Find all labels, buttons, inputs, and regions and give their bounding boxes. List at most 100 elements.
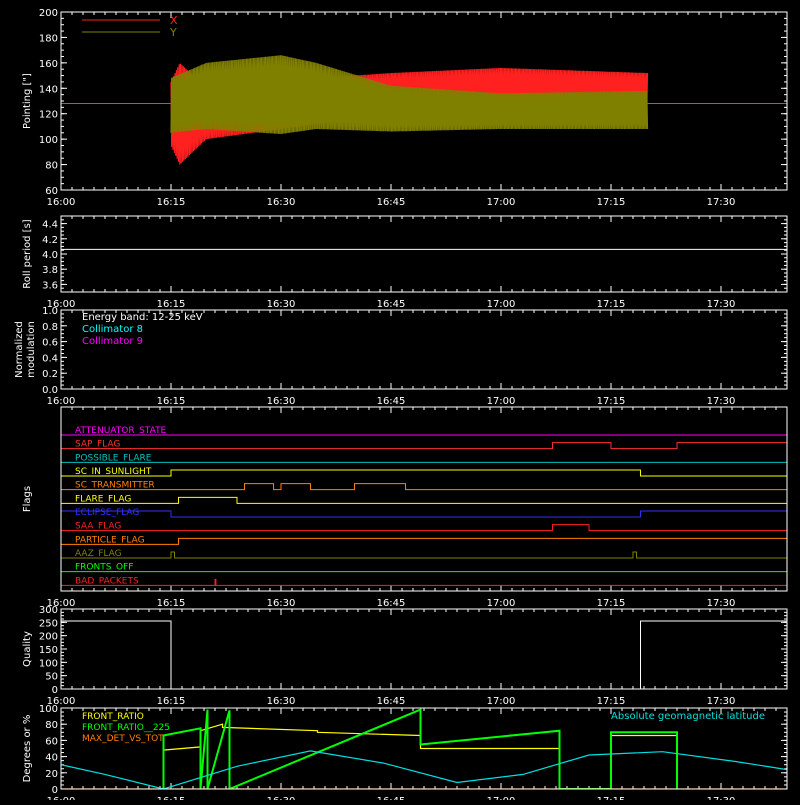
flag-label: SAA_FLAG bbox=[75, 522, 121, 532]
x-tick-label: 17:30 bbox=[707, 299, 736, 310]
y-tick-label: 0.8 bbox=[42, 322, 58, 333]
x-tick-label: 16:15 bbox=[157, 197, 186, 208]
x-tick-label: 16:00 bbox=[47, 796, 76, 800]
x-tick-label: 16:15 bbox=[157, 299, 186, 310]
y-axis-label: Pointing ["] bbox=[22, 73, 33, 129]
flag-label: ECLIPSE_FLAG bbox=[75, 508, 139, 518]
y-tick-label: 80 bbox=[45, 161, 58, 172]
flag-line bbox=[61, 537, 787, 545]
x-tick-label: 16:45 bbox=[377, 696, 406, 707]
y-tick-label: 0.4 bbox=[42, 353, 58, 364]
flag-label: SC_TRANSMITTER bbox=[75, 481, 155, 491]
y-tick-label: 150 bbox=[39, 645, 58, 656]
y-tick-label: 20 bbox=[45, 769, 58, 780]
series-line bbox=[162, 708, 678, 789]
x-tick-label: 17:30 bbox=[707, 197, 736, 208]
flag-label: SAP_FLAG bbox=[75, 440, 120, 450]
y-tick-label: 250 bbox=[39, 618, 58, 629]
y-tick-label: 60 bbox=[45, 736, 58, 747]
y-axis-label: Normalized bbox=[14, 321, 25, 378]
annotation: Collimator 9 bbox=[82, 336, 143, 347]
x-tick-label: 17:15 bbox=[597, 299, 626, 310]
y-axis-label: Degrees or % bbox=[22, 715, 33, 783]
legend-label-Y: Y bbox=[169, 26, 177, 39]
flag-line bbox=[61, 496, 787, 504]
x-tick-label: 16:15 bbox=[157, 696, 186, 707]
panel-3: 16:00 16:15 16:30 16:45 17:00 17:15 17:30Flags… bbox=[22, 406, 788, 609]
y-tick-label: 100 bbox=[39, 704, 58, 715]
y-tick-label: 100 bbox=[39, 135, 58, 146]
x-tick-label: 16:45 bbox=[377, 396, 406, 407]
x-tick-label: 17:15 bbox=[597, 796, 626, 800]
panel-4: 16:00 16:15 16:30 16:45 17:00 17:15 17:3005010… bbox=[22, 605, 788, 707]
y-tick-label: 4.4 bbox=[42, 220, 58, 231]
x-tick-label: 17:15 bbox=[597, 696, 626, 707]
chart-stage: 16:00 16:15 16:30 16:45 17:00 17:15 17:30 60 80 1… bbox=[0, 0, 800, 805]
x-tick-label: 16:30 bbox=[267, 696, 296, 707]
y-tick-label: 120 bbox=[39, 110, 58, 121]
plot-area bbox=[61, 434, 787, 586]
legend-label: MAX_DET_VS_TOT bbox=[82, 734, 164, 744]
x-tick-label: 17:30 bbox=[707, 598, 736, 609]
flag-label: POSSIBLE_FLARE bbox=[75, 453, 152, 463]
flag-line bbox=[61, 483, 787, 491]
flag-label: AAZ_FLAG bbox=[75, 549, 122, 559]
x-tick-label: 16:15 bbox=[157, 598, 186, 609]
x-tick-label: 16:15 bbox=[157, 396, 186, 407]
x-tick-label: 17:30 bbox=[707, 396, 736, 407]
y-tick-label: 3.8 bbox=[42, 265, 58, 276]
x-tick-label: 16:00 bbox=[47, 396, 76, 407]
y-tick-label: 0 bbox=[52, 785, 58, 796]
x-tick-label: 17:30 bbox=[707, 696, 736, 707]
legend-label: FRONT_RATIO bbox=[82, 712, 144, 722]
y-tick-label: 0.2 bbox=[42, 369, 58, 380]
flag-line bbox=[61, 510, 787, 518]
y-tick-label: 60 bbox=[45, 186, 58, 197]
legend: XY bbox=[82, 14, 178, 39]
x-tick-label: 16:15 bbox=[157, 796, 186, 800]
flag-line bbox=[61, 469, 787, 477]
y-axis-label: Roll period [s] bbox=[22, 219, 33, 288]
y-tick-label: 4.2 bbox=[42, 235, 58, 246]
flag-label: PARTICLE_FLAG bbox=[75, 535, 145, 545]
x-tick-label: 16:30 bbox=[267, 796, 296, 800]
y-tick-label: 4.0 bbox=[42, 250, 58, 261]
annotation: Collimator 8 bbox=[82, 324, 143, 335]
y-tick-label: 100 bbox=[39, 658, 58, 669]
x-tick-label: 17:15 bbox=[597, 396, 626, 407]
x-tick-label: 17:00 bbox=[487, 396, 516, 407]
panel-2: 16:00 16:15 16:30 16:45 17:00 17:15 17:30 0.0 0.… bbox=[14, 306, 788, 407]
x-tick-label: 17:00 bbox=[487, 299, 516, 310]
y-axis-label: modulation bbox=[26, 321, 37, 378]
y-tick-label: 200 bbox=[39, 8, 58, 19]
plot-area bbox=[61, 620, 787, 689]
plot-area bbox=[61, 55, 787, 165]
y-tick-label: 0 bbox=[52, 685, 58, 696]
flag-line bbox=[61, 551, 787, 559]
y-tick-label: 0.0 bbox=[42, 385, 58, 396]
y-tick-label: 200 bbox=[39, 632, 58, 643]
series-line bbox=[61, 750, 787, 789]
panel-5: 16:00 16:15 16:30 16:45 17:00 17:15 17:30 0 20 40… bbox=[22, 704, 788, 805]
x-tick-label: 16:00 bbox=[47, 197, 76, 208]
flag-line bbox=[61, 524, 787, 532]
y-tick-label: 140 bbox=[39, 84, 58, 95]
x-tick-label: 17:30 bbox=[707, 796, 736, 800]
y-tick-label: 50 bbox=[45, 672, 58, 683]
rhessi-quicklook-chart: 16:00 16:15 16:30 16:45 17:00 17:15 17:30 60 80 1… bbox=[14, 8, 788, 805]
x-tick-label: 17:00 bbox=[487, 696, 516, 707]
flag-label: SC_IN_SUNLIGHT bbox=[75, 467, 152, 477]
x-tick-label: 17:15 bbox=[597, 197, 626, 208]
y-tick-label: 40 bbox=[45, 753, 58, 764]
panel-frame bbox=[60, 215, 788, 293]
flag-line bbox=[61, 442, 787, 450]
x-tick-label: 16:30 bbox=[267, 197, 296, 208]
series-Y bbox=[170, 55, 649, 135]
x-tick-label: 16:45 bbox=[377, 299, 406, 310]
x-tick-label: 17:00 bbox=[487, 197, 516, 208]
flag-label: FRONTS_OFF bbox=[75, 563, 133, 573]
y-tick-label: 300 bbox=[39, 605, 58, 616]
annotation: Energy band: 12-25 keV bbox=[82, 312, 203, 323]
y-axis-label: Quality bbox=[22, 631, 33, 667]
x-tick-label: 16:45 bbox=[377, 598, 406, 609]
